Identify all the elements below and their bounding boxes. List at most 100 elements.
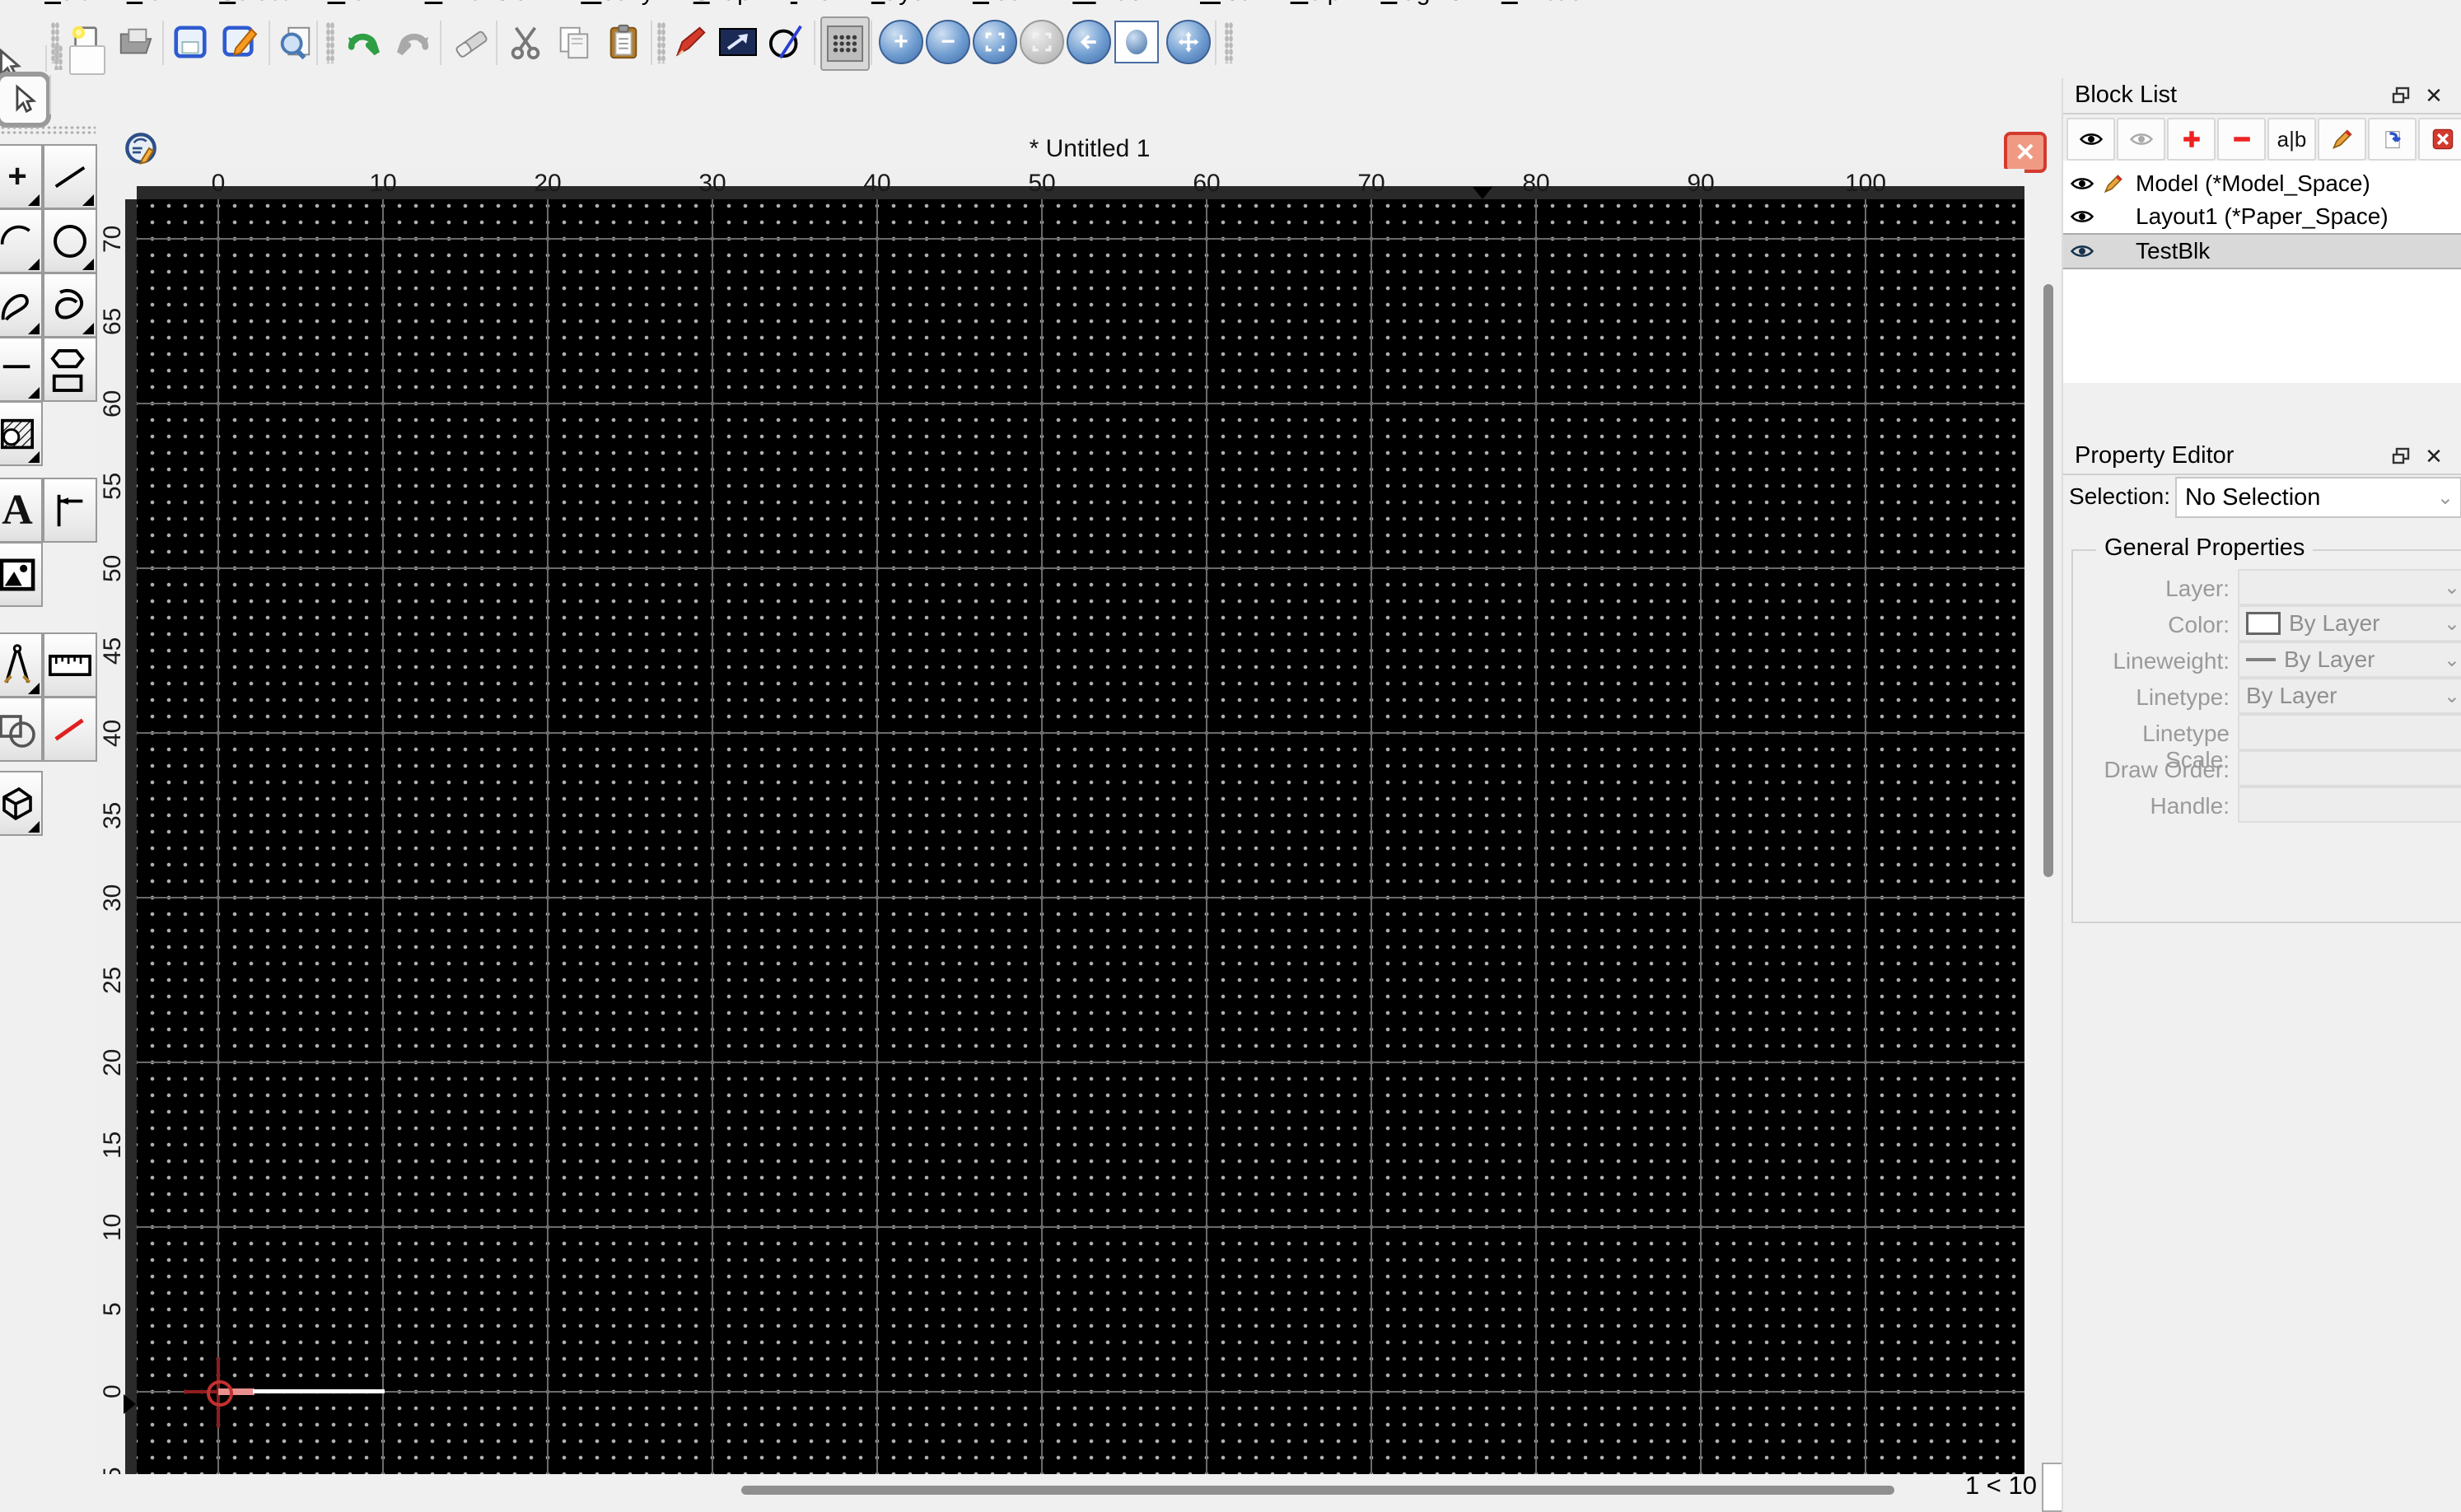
insert-block-button[interactable] (2368, 118, 2417, 161)
draw-arc-tool[interactable] (0, 208, 43, 273)
vertical-scrollbar[interactable] (2042, 199, 2055, 1474)
toolbar-grip[interactable] (1225, 22, 1233, 63)
draw-polygon-tool[interactable] (43, 337, 97, 402)
menu-dimension[interactable]: Dimension (405, 0, 562, 7)
save-as-button[interactable] (216, 16, 262, 68)
ellipse-tool-button[interactable] (764, 16, 810, 68)
zoom-window-button[interactable] (972, 16, 1018, 68)
zoom-auto-button[interactable] (1019, 16, 1065, 68)
zoom-view-button[interactable] (1114, 16, 1160, 68)
undo-button[interactable] (341, 16, 387, 68)
toolbar-grip[interactable] (657, 22, 665, 63)
measure-tool[interactable] (0, 632, 43, 698)
menu-window[interactable]: Window (1053, 0, 1180, 7)
add-block-button[interactable] (2167, 118, 2216, 161)
property-editor-header[interactable]: Property Editor ✕ (2063, 439, 2461, 475)
dimension-tool[interactable] (43, 478, 97, 543)
visibility-eye-icon[interactable] (2070, 242, 2094, 260)
open-file-button[interactable] (112, 16, 158, 68)
vertical-scrollbar-thumb[interactable] (2043, 284, 2053, 877)
zoom-in-button[interactable]: + (878, 16, 924, 68)
menu-modify[interactable]: Modify (561, 0, 673, 7)
menu-misc[interactable]: Misc (1180, 0, 1271, 7)
menu-plugins[interactable]: Plugins (1361, 0, 1481, 7)
menu-layer[interactable]: Layer (852, 0, 953, 7)
block-list-row[interactable]: Model (*Model_Space) (2063, 167, 2461, 200)
toolbar-grip[interactable] (54, 45, 63, 70)
horizontal-scrollbar-thumb[interactable] (741, 1486, 1894, 1495)
eraser-button[interactable] (448, 16, 494, 68)
zoom-pan-button[interactable] (1165, 16, 1212, 68)
dock-handle[interactable] (0, 125, 96, 135)
delete-tool[interactable] (43, 697, 97, 762)
snap-grid-toggle-button[interactable] (820, 16, 870, 71)
paste-button[interactable] (600, 16, 647, 68)
draw-parallel-tool[interactable] (0, 337, 43, 402)
drawing-canvas[interactable] (137, 199, 2024, 1474)
tool-option-button[interactable] (69, 45, 105, 75)
draw-spline-tool[interactable] (0, 273, 43, 338)
handle-field[interactable] (2238, 786, 2461, 823)
toolbar-grip[interactable] (326, 22, 334, 63)
block-3d-tool[interactable] (0, 771, 43, 836)
draw-point-tool[interactable]: + (0, 144, 43, 209)
circle-line-icon (768, 25, 802, 59)
menu-select[interactable]: Select (199, 0, 307, 7)
pen-button[interactable] (667, 16, 713, 68)
menu-edit[interactable]: Edit (25, 0, 107, 7)
delete-block-button[interactable] (2418, 118, 2461, 161)
zoom-out-button[interactable]: − (925, 16, 971, 68)
subwindow-close-button[interactable]: ✕ (2004, 132, 2047, 173)
zoom-previous-button[interactable] (1066, 16, 1112, 68)
float-panel-icon[interactable] (2389, 444, 2413, 469)
lineweight-label: Lineweight: (2113, 648, 2230, 674)
linetype-scale-field[interactable] (2238, 714, 2461, 750)
line-icon (54, 166, 86, 188)
layer-label: Layer: (2165, 576, 2230, 601)
remove-block-button[interactable] (2217, 118, 2266, 161)
draw-circle-tool[interactable] (43, 208, 97, 273)
draw-hatch-tool[interactable] (0, 401, 43, 466)
redo-button[interactable] (390, 16, 436, 68)
save-button[interactable] (167, 16, 213, 68)
copy-button[interactable] (550, 16, 596, 68)
block-list-header[interactable]: Block List ✕ (2063, 78, 2461, 114)
draw-order-field[interactable] (2238, 750, 2461, 786)
visibility-eye-icon[interactable] (2070, 175, 2094, 193)
selection-pointer-button[interactable] (0, 72, 51, 128)
hide-all-blocks-button[interactable] (2117, 118, 2165, 161)
ruler-tool[interactable] (43, 632, 97, 698)
menu-almcad[interactable]: Almcad (1482, 0, 1604, 7)
linetype-dropdown[interactable]: By Layer ⌄ (2238, 678, 2461, 714)
menu-draw[interactable]: Draw (308, 0, 405, 7)
draw-freehand-tool[interactable] (43, 273, 97, 338)
visibility-eye-icon[interactable] (2070, 208, 2094, 226)
draw-line-tool[interactable] (43, 144, 97, 209)
lineweight-dropdown[interactable]: By Layer ⌄ (2238, 642, 2461, 678)
close-panel-icon[interactable]: ✕ (2421, 444, 2446, 469)
cut-button[interactable] (502, 16, 549, 68)
menu-block[interactable]: Block (953, 0, 1053, 7)
layer-dropdown[interactable]: ⌄ (2238, 569, 2461, 605)
menu-view[interactable]: View (107, 0, 199, 7)
close-panel-icon[interactable]: ✕ (2421, 83, 2446, 108)
float-panel-icon[interactable] (2389, 83, 2413, 108)
v-ruler-label: 40 (99, 719, 126, 747)
block-list-row-selected[interactable]: TestBlk (2063, 233, 2461, 269)
show-all-blocks-button[interactable] (2066, 118, 2115, 161)
insert-image-tool[interactable] (0, 542, 43, 607)
edit-block-button[interactable] (2318, 118, 2366, 161)
open-folder-icon (119, 28, 152, 54)
rename-block-button[interactable]: a|b (2267, 118, 2316, 161)
draw-text-tool[interactable]: A (0, 478, 43, 543)
zoom-rect-button[interactable] (715, 16, 761, 68)
color-dropdown[interactable]: By Layer ⌄ (2238, 605, 2461, 642)
selection-dropdown[interactable]: No Selection ⌄ (2175, 477, 2461, 518)
menu-help[interactable]: Help (1271, 0, 1361, 7)
modify-tool[interactable] (0, 697, 43, 762)
menu-info[interactable]: Info (771, 0, 852, 7)
print-preview-button[interactable] (272, 16, 318, 68)
menu-snap[interactable]: Snap (674, 0, 771, 7)
horizontal-scrollbar[interactable] (137, 1484, 2024, 1497)
block-list-row[interactable]: Layout1 (*Paper_Space) (2063, 200, 2461, 233)
